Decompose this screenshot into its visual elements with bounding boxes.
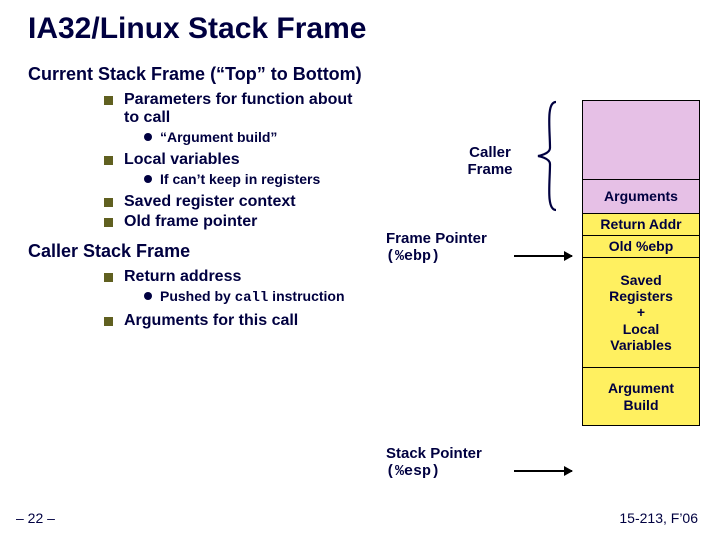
course-id: 15-213, F’06 (619, 510, 698, 526)
current-list: Parameters for function about to call “A… (104, 91, 368, 231)
cell-caller-upper (583, 101, 699, 179)
arrow-sp-icon (514, 470, 572, 472)
frame-pointer-label: Frame Pointer (%ebp) (386, 230, 516, 266)
bullet-return-addr: Return address Pushed by call instructio… (104, 268, 368, 306)
sp-reg: (%esp) (386, 463, 440, 480)
call-keyword: call (235, 290, 269, 306)
pushed-post: instruction (268, 288, 344, 304)
subbullet-registers: If can’t keep in registers (144, 171, 368, 187)
fp-text: Frame Pointer (386, 230, 487, 247)
caller-frame-label: Caller Frame (450, 144, 530, 179)
current-heading-text: Current Stack Frame (“Top” to Bottom) (28, 64, 362, 84)
slide-title: IA32/Linux Stack Frame (28, 12, 692, 46)
bullet-old-fp: Old frame pointer (104, 213, 368, 231)
bullet-args-this-call: Arguments for this call (104, 312, 368, 330)
bullet-return-addr-text: Return address (124, 268, 241, 285)
subbullet-pushed-by-call: Pushed by call instruction (144, 288, 368, 306)
bullet-saved-regs: Saved register context (104, 193, 368, 211)
sp-text: Stack Pointer (386, 445, 482, 462)
slide-number: – 22 – (16, 510, 55, 526)
bullet-locals-text: Local variables (124, 151, 240, 168)
subbullet-argbuild: “Argument build” (144, 129, 368, 145)
arrow-fp-icon (514, 255, 572, 257)
left-column: Current Stack Frame (“Top” to Bottom) Pa… (28, 64, 368, 332)
cell-arguments: Arguments (583, 179, 699, 213)
bullet-locals: Local variables If can’t keep in registe… (104, 151, 368, 187)
current-heading: Current Stack Frame (“Top” to Bottom) (28, 64, 368, 85)
cell-arg-build: Argument Build (583, 367, 699, 425)
caller-heading: Caller Stack Frame (28, 241, 368, 262)
stack-boxes: Arguments Return Addr Old %ebp Saved Reg… (582, 100, 700, 426)
bullet-params: Parameters for function about to call “A… (104, 91, 368, 145)
caller-list: Return address Pushed by call instructio… (104, 268, 368, 330)
pushed-pre: Pushed by (160, 288, 235, 304)
cell-old-ebp: Old %ebp (583, 235, 699, 257)
bullet-params-text: Parameters for function about to call (124, 91, 352, 126)
fp-reg: (%ebp) (386, 248, 440, 265)
cell-saved-local: Saved Registers + Local Variables (583, 257, 699, 367)
cell-return-addr: Return Addr (583, 213, 699, 235)
stack-pointer-label: Stack Pointer (%esp) (386, 445, 516, 481)
